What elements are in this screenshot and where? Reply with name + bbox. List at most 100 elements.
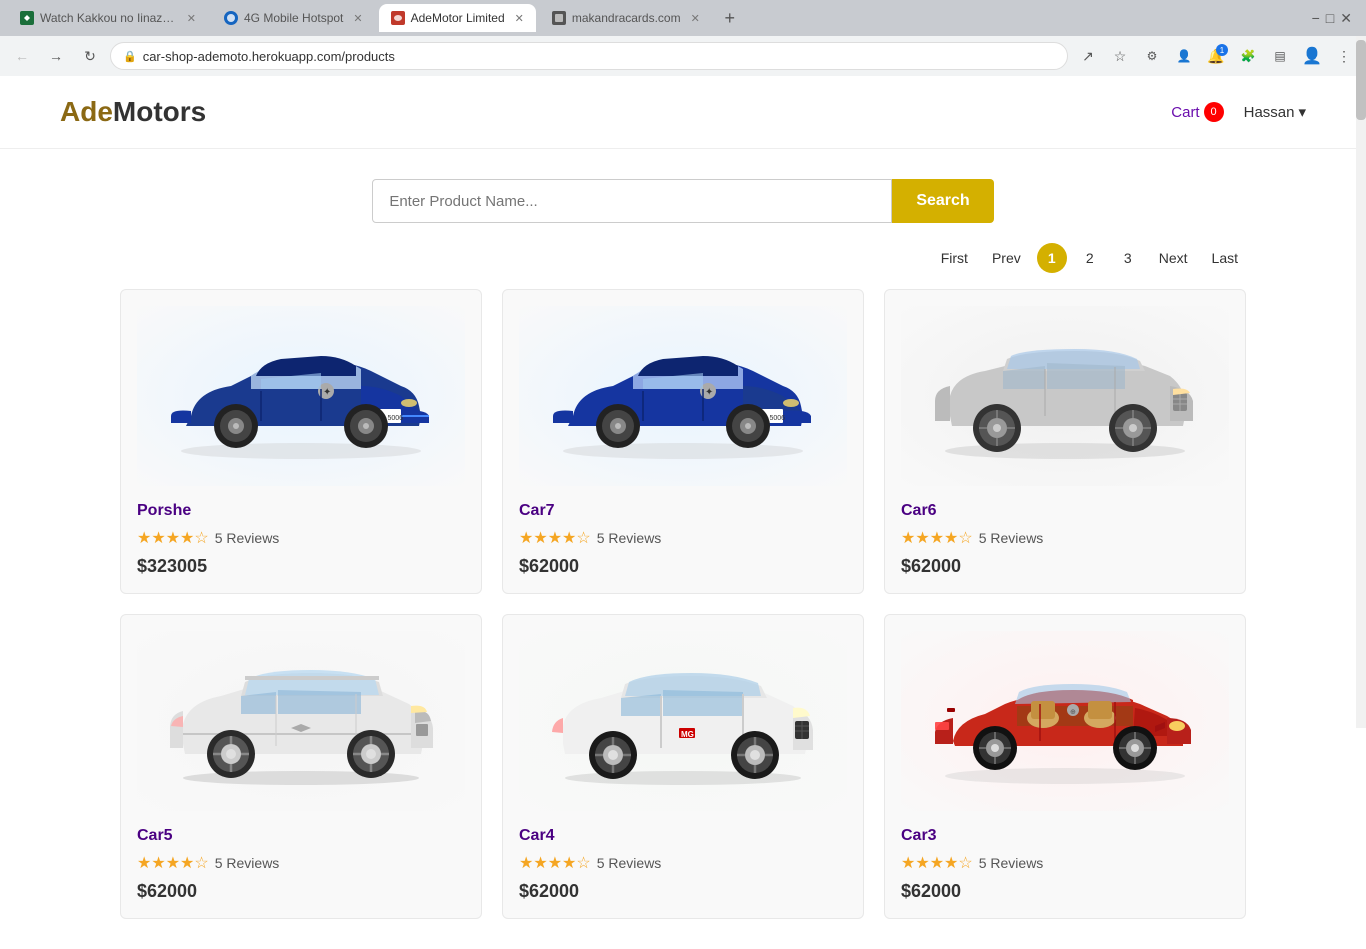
product-reviews-3: ★★★★☆ 5 Reviews bbox=[901, 528, 1229, 548]
product-review-count-1: 5 Reviews bbox=[215, 530, 280, 546]
site-logo[interactable]: AdeMotors bbox=[60, 96, 206, 128]
share-icon[interactable]: ↗ bbox=[1074, 42, 1102, 70]
tab-label-3: AdeMotor Limited bbox=[411, 11, 505, 25]
product-reviews-2: ★★★★☆ 5 Reviews bbox=[519, 528, 847, 548]
logo-motors: Motors bbox=[113, 96, 206, 127]
product-card-6[interactable]: ⊕ bbox=[884, 614, 1246, 919]
url-text: car-shop-ademoto.herokuapp.com/products bbox=[143, 49, 1055, 64]
pagination-page-1[interactable]: 1 bbox=[1037, 243, 1067, 273]
product-card-3[interactable]: Car6 ★★★★☆ 5 Reviews $62000 bbox=[884, 289, 1246, 594]
account-icon[interactable]: 👤 bbox=[1170, 42, 1198, 70]
product-price-4: $62000 bbox=[137, 881, 465, 902]
user-chevron-icon: ▾ bbox=[1298, 103, 1306, 121]
search-button[interactable]: Search bbox=[892, 179, 993, 223]
scrollbar-thumb[interactable] bbox=[1356, 40, 1366, 120]
logo-ade: Ade bbox=[60, 96, 113, 127]
pagination-first[interactable]: First bbox=[933, 246, 976, 270]
scrollbar[interactable] bbox=[1356, 36, 1366, 728]
pagination-page-3[interactable]: 3 bbox=[1113, 243, 1143, 273]
product-reviews-6: ★★★★☆ 5 Reviews bbox=[901, 853, 1229, 873]
product-stars-4: ★★★★☆ bbox=[137, 853, 209, 873]
bookmark-icon[interactable]: ☆ bbox=[1106, 42, 1134, 70]
product-review-count-5: 5 Reviews bbox=[597, 855, 662, 871]
extensions-icon[interactable]: ⚙ bbox=[1138, 42, 1166, 70]
tab-close-2[interactable]: ✕ bbox=[353, 12, 362, 25]
svg-text:✦: ✦ bbox=[323, 387, 331, 398]
minimize-button[interactable]: − bbox=[1312, 10, 1320, 26]
header-right: Cart 0 Hassan ▾ bbox=[1171, 102, 1306, 122]
pagination-page-2[interactable]: 2 bbox=[1075, 243, 1105, 273]
cart-count-badge: 0 bbox=[1204, 102, 1224, 122]
product-stars-5: ★★★★☆ bbox=[519, 853, 591, 873]
browser-tab-4[interactable]: makandracards.com ✕ bbox=[540, 4, 712, 32]
browser-tab-1[interactable]: Watch Kakkou no Iinazuke Episo... ✕ bbox=[8, 4, 208, 32]
browser-tab-2[interactable]: 4G Mobile Hotspot ✕ bbox=[212, 4, 375, 32]
pagination-next[interactable]: Next bbox=[1151, 246, 1196, 270]
product-price-5: $62000 bbox=[519, 881, 847, 902]
product-name-2: Car7 bbox=[519, 502, 847, 520]
notification-badge: 1 bbox=[1216, 44, 1228, 56]
browser-toolbar: ← → ↻ 🔒 car-shop-ademoto.herokuapp.com/p… bbox=[0, 36, 1366, 76]
puzzle-icon[interactable]: 🧩 bbox=[1234, 42, 1262, 70]
product-name-4: Car5 bbox=[137, 827, 465, 845]
forward-button[interactable]: → bbox=[42, 42, 70, 70]
products-grid: S·MB 5006 ✦ bbox=[0, 289, 1366, 949]
pagination-prev[interactable]: Prev bbox=[984, 246, 1029, 270]
sidebar-icon[interactable]: ▤ bbox=[1266, 42, 1294, 70]
product-image-1: S·MB 5006 ✦ bbox=[137, 306, 465, 486]
browser-tab-3[interactable]: AdeMotor Limited ✕ bbox=[379, 4, 536, 32]
product-name-6: Car3 bbox=[901, 827, 1229, 845]
product-price-2: $62000 bbox=[519, 556, 847, 577]
refresh-button[interactable]: ↻ bbox=[76, 42, 104, 70]
product-card-2[interactable]: S·MB 5006 ✦ Car7 bbox=[502, 289, 864, 594]
product-reviews-1: ★★★★☆ 5 Reviews bbox=[137, 528, 465, 548]
browser-window: Watch Kakkou no Iinazuke Episo... ✕ 4G M… bbox=[0, 0, 1366, 76]
browser-tabs: Watch Kakkou no Iinazuke Episo... ✕ 4G M… bbox=[0, 0, 1366, 36]
address-bar[interactable]: 🔒 car-shop-ademoto.herokuapp.com/product… bbox=[110, 42, 1068, 70]
site-header: AdeMotors Cart 0 Hassan ▾ bbox=[0, 76, 1366, 149]
product-card-4[interactable]: Car5 ★★★★☆ 5 Reviews $62000 bbox=[120, 614, 482, 919]
product-card-5[interactable]: MG bbox=[502, 614, 864, 919]
svg-text:⊕: ⊕ bbox=[1070, 709, 1076, 716]
product-stars-2: ★★★★☆ bbox=[519, 528, 591, 548]
notification-icon[interactable]: 🔔 1 bbox=[1202, 42, 1230, 70]
svg-text:✦: ✦ bbox=[705, 387, 713, 398]
product-image-3 bbox=[901, 306, 1229, 486]
product-price-6: $62000 bbox=[901, 881, 1229, 902]
product-stars-3: ★★★★☆ bbox=[901, 528, 973, 548]
search-input[interactable] bbox=[372, 179, 892, 223]
page-content: AdeMotors Cart 0 Hassan ▾ Search First P… bbox=[0, 76, 1366, 949]
menu-icon[interactable]: ⋮ bbox=[1330, 42, 1358, 70]
tab-close-1[interactable]: ✕ bbox=[187, 12, 196, 25]
tab-label-1: Watch Kakkou no Iinazuke Episo... bbox=[40, 11, 177, 25]
tab-label-2: 4G Mobile Hotspot bbox=[244, 11, 343, 25]
product-stars-6: ★★★★☆ bbox=[901, 853, 973, 873]
cart-label: Cart bbox=[1171, 104, 1199, 121]
product-review-count-2: 5 Reviews bbox=[597, 530, 662, 546]
toolbar-icons: ↗ ☆ ⚙ 👤 🔔 1 🧩 ▤ 👤 ⋮ bbox=[1074, 42, 1358, 70]
lock-icon: 🔒 bbox=[123, 50, 137, 63]
product-reviews-5: ★★★★☆ 5 Reviews bbox=[519, 853, 847, 873]
tab-label-4: makandracards.com bbox=[572, 11, 681, 25]
product-image-2: S·MB 5006 ✦ bbox=[519, 306, 847, 486]
product-name-1: Porshe bbox=[137, 502, 465, 520]
back-button[interactable]: ← bbox=[8, 42, 36, 70]
search-section: Search bbox=[0, 149, 1366, 243]
product-price-3: $62000 bbox=[901, 556, 1229, 577]
svg-text:MG: MG bbox=[681, 730, 694, 739]
product-name-3: Car6 bbox=[901, 502, 1229, 520]
tab-close-3[interactable]: ✕ bbox=[515, 12, 524, 25]
pagination-last[interactable]: Last bbox=[1204, 246, 1246, 270]
new-tab-button[interactable]: + bbox=[716, 4, 744, 32]
user-name: Hassan bbox=[1244, 104, 1295, 121]
close-window-button[interactable]: ✕ bbox=[1340, 10, 1352, 27]
product-card-1[interactable]: S·MB 5006 ✦ bbox=[120, 289, 482, 594]
tab-close-4[interactable]: ✕ bbox=[691, 12, 700, 25]
maximize-button[interactable]: □ bbox=[1326, 10, 1334, 26]
profile-icon[interactable]: 👤 bbox=[1298, 42, 1326, 70]
product-image-5: MG bbox=[519, 631, 847, 811]
product-review-count-3: 5 Reviews bbox=[979, 530, 1044, 546]
user-menu-button[interactable]: Hassan ▾ bbox=[1244, 103, 1306, 121]
product-image-4 bbox=[137, 631, 465, 811]
cart-button[interactable]: Cart 0 bbox=[1171, 102, 1223, 122]
